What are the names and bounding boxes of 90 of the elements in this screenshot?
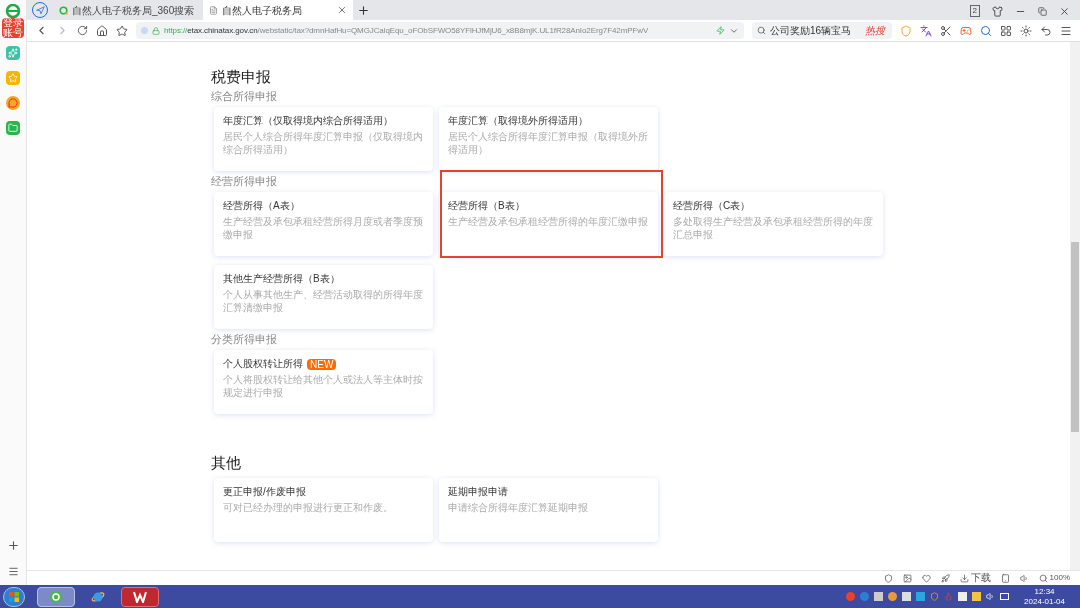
card-title: 更正申报/作废申报 (223, 486, 306, 498)
shield-icon[interactable] (883, 573, 893, 583)
card-title: 其他生产经营所得（B表） (223, 273, 340, 285)
page-icon (209, 5, 218, 15)
undo-icon[interactable] (1040, 24, 1052, 37)
download-label[interactable]: 下载 (970, 572, 991, 584)
card-title: 年度汇算（取得境外所得适用） (448, 115, 588, 127)
scissors-icon[interactable] (940, 24, 952, 37)
card-description: 个人从事其他生产、经营活动取得的所得年度汇算清缴申报 (223, 288, 424, 314)
grid-icon[interactable] (1000, 24, 1012, 37)
clock-date: 2024-01-04 (1024, 596, 1065, 607)
service-card[interactable]: 经营所得（B表） 生产经营及承包承租经营所得的年度汇缴申报 (439, 192, 658, 256)
card-title: 年度汇算（仅取得境内综合所得适用） (223, 115, 393, 127)
lightning-icon (716, 26, 725, 35)
monitor-icon (1000, 593, 1010, 600)
brightness-icon[interactable] (1020, 24, 1032, 37)
service-card[interactable]: 年度汇算（取得境外所得适用） 居民个人综合所得年度汇算申报（取得境外所得适用） (439, 107, 658, 171)
site-icon (141, 27, 148, 34)
card-description: 居民个人综合所得年度汇算申报（取得境外所得适用） (448, 130, 649, 156)
volume-icon (986, 592, 996, 601)
new-badge: NEW (307, 358, 337, 370)
card-description: 生产经营及承包承租经营所得的年度汇缴申报 (448, 215, 649, 228)
zoom-icon (1038, 573, 1048, 583)
restore-icon[interactable] (1038, 6, 1047, 16)
menu-icon[interactable] (1060, 24, 1072, 37)
close-icon[interactable] (1059, 5, 1070, 17)
card-title: 经营所得（A表） (223, 200, 300, 212)
browser-tab[interactable]: 自然人电子税务局 (203, 0, 353, 20)
service-card[interactable]: 年度汇算（仅取得境内综合所得适用） 居民个人综合所得年度汇算申报（仅取得境内综合所得适用） (214, 107, 433, 171)
shield-icon (930, 592, 940, 601)
tray-icon (972, 592, 982, 601)
search-icon[interactable] (980, 24, 992, 37)
group-heading: 综合所得申报 (211, 90, 278, 103)
search-engine-icon (59, 5, 68, 15)
folder-icon[interactable] (6, 121, 20, 135)
card-title: 延期申报申请 (448, 486, 508, 498)
reload-icon[interactable] (77, 25, 88, 36)
browser-taskbar-icon[interactable] (37, 586, 75, 607)
address-bar[interactable]: https://etax.chinatax.gov.cn/webstatic/tax?dmnHafHu=QMGJCalqEqu_oFObSFWO58YFlHJfMjU6_x8B8mjK.UL1fR28AnIo2Erg7F42mPFwV (136, 22, 744, 39)
rocket-icon[interactable] (940, 573, 950, 583)
service-card[interactable]: 个人股权转让所得 NEW 个人将股权转让给其他个人或法人等主体时按规定进行申报 (214, 350, 433, 414)
service-card[interactable]: 更正申报/作废申报 可对已经办理的申报进行更正和作废。 (214, 478, 433, 542)
start-button-icon[interactable] (3, 586, 25, 607)
image-icon[interactable] (902, 573, 912, 583)
search-icon (757, 26, 766, 35)
menu-icon[interactable] (6, 566, 20, 577)
service-card[interactable]: 其他生产经营所得（B表） 个人从事其他生产、经营活动取得的所得年度汇算清缴申报 (214, 265, 433, 329)
tray-icon (846, 592, 856, 601)
card-title: 个人股权转让所得 (223, 358, 303, 370)
heart-icon[interactable] (921, 573, 931, 583)
add-icon[interactable] (6, 539, 20, 552)
service-card[interactable]: 延期申报申请 申请综合所得年度汇算延期申报 (439, 478, 658, 542)
clock-time: 12:34 (1034, 586, 1055, 597)
close-icon[interactable] (337, 5, 347, 15)
new-tab-icon[interactable] (357, 4, 370, 17)
card-description: 生产经营及承包承租经营所得月度或者季度预缴申报 (223, 215, 424, 241)
scrollbar-thumb[interactable] (1071, 242, 1079, 432)
section-heading: 其他 (211, 454, 242, 472)
home-icon[interactable] (96, 24, 108, 37)
tablet-icon[interactable] (1000, 573, 1010, 583)
card-title: 经营所得（C表） (673, 200, 751, 212)
group-heading: 分类所得申报 (211, 333, 278, 346)
card-description: 申请综合所得年度汇算延期申报 (448, 501, 589, 514)
bookmark-star-icon[interactable] (116, 24, 128, 37)
card-description: 个人将股权转让给其他个人或法人等主体时按规定进行申报 (223, 373, 424, 399)
url-text: https://etax.chinatax.gov.cn/webstatic/tax?dmnHafHu=QMGJCalqEqu_oFObSFWO58YFlHJfMjU6_x8B8mjK.UL1fR28AnIo2Erg7F42mPFwV (164, 24, 650, 37)
login-badge[interactable]: 登录账号 (2, 18, 24, 38)
tab-title: 自然人电子税务局 (222, 3, 303, 18)
card-description: 多处取得生产经营及承包承租经营所得的年度汇总申报 (673, 215, 874, 241)
browser-logo-icon (5, 4, 21, 18)
wps-taskbar-icon[interactable] (121, 586, 159, 607)
hot-search-label: 热搜 (865, 24, 887, 38)
volume-icon[interactable] (1019, 573, 1029, 583)
card-description: 居民个人综合所得年度汇算申报（仅取得境内综合所得适用） (223, 130, 424, 156)
translate-icon[interactable] (920, 24, 932, 37)
zoom-level[interactable]: 100% (1049, 572, 1070, 584)
gamepad-icon[interactable] (960, 24, 972, 37)
tab-count[interactable]: 2 (969, 5, 980, 17)
search-field[interactable]: 公司奖励16辆宝马 热搜 (752, 22, 892, 39)
lock-icon (152, 26, 160, 35)
download-icon (959, 573, 969, 583)
card-description: 可对已经办理的申报进行更正和作废。 (223, 501, 394, 514)
card-title: 经营所得（B表） (448, 200, 525, 212)
section-heading: 税费申报 (211, 68, 272, 86)
service-card[interactable]: 经营所得（A表） 生产经营及承包承租经营所得月度或者季度预缴申报 (214, 192, 433, 256)
tab-title: 自然人电子税务局_360搜索 (72, 3, 196, 18)
skin-icon[interactable] (992, 5, 1003, 17)
service-card[interactable]: 经营所得（C表） 多处取得生产经营及承包承租经营所得的年度汇总申报 (664, 192, 883, 256)
group-heading: 经营所得申报 (211, 175, 278, 188)
search-text: 公司奖励16辆宝马 (770, 24, 853, 38)
